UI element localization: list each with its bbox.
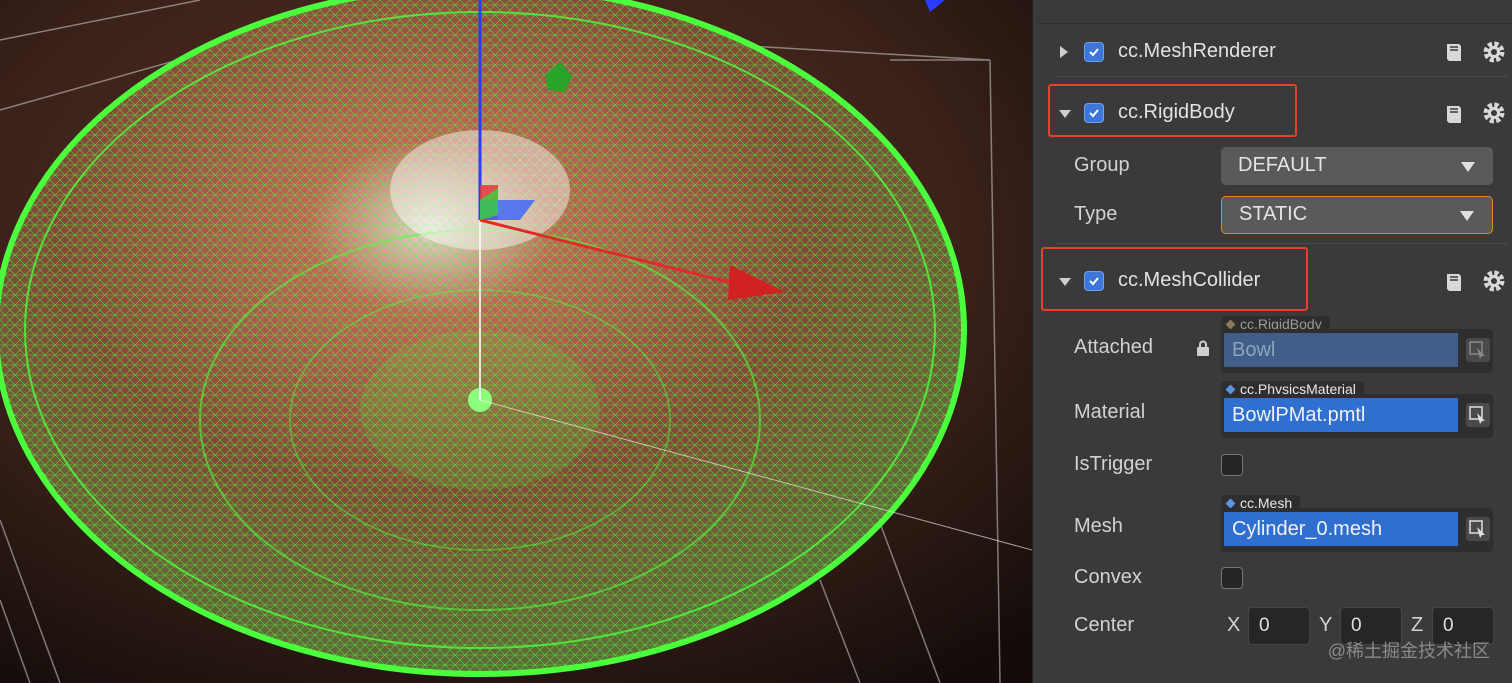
book-icon[interactable] [1444, 41, 1464, 63]
gear-icon[interactable] [1482, 269, 1506, 293]
book-icon[interactable] [1444, 271, 1464, 293]
type-label: Type [1074, 203, 1118, 225]
book-icon[interactable] [1444, 103, 1464, 125]
gear-icon[interactable] [1482, 101, 1506, 125]
attached-label: Attached [1074, 336, 1153, 358]
enabled-checkbox-icon[interactable] [1084, 42, 1104, 62]
lock-icon [1197, 340, 1209, 356]
divider-line [1056, 76, 1508, 77]
component-title: cc.MeshRenderer [1118, 40, 1276, 62]
material-label: Material [1074, 401, 1146, 423]
scene-viewport[interactable] [0, 0, 1032, 683]
chevron-down-icon [1460, 211, 1474, 221]
highlight-box-meshcollider [1041, 247, 1308, 311]
gear-icon[interactable] [1482, 40, 1506, 64]
scene-canvas[interactable] [0, 0, 1032, 683]
convex-checkbox[interactable] [1221, 567, 1243, 589]
highlight-box-rigidbody [1048, 84, 1297, 137]
group-value: DEFAULT [1238, 154, 1327, 176]
type-dropdown[interactable]: STATIC [1221, 196, 1493, 234]
istrigger-label: IsTrigger [1074, 453, 1153, 475]
attached-value: Bowl [1224, 333, 1458, 367]
center-y-label: Y [1319, 614, 1333, 636]
chevron-down-icon [1461, 162, 1475, 172]
mesh-label: Mesh [1074, 515, 1123, 537]
mesh-value[interactable]: Cylinder_0.mesh [1224, 512, 1458, 546]
divider-line [1056, 243, 1508, 244]
expand-arrow-icon[interactable] [1060, 46, 1068, 58]
material-value[interactable]: BowlPMat.pmtl [1224, 398, 1458, 432]
istrigger-checkbox[interactable] [1221, 454, 1243, 476]
convex-label: Convex [1074, 566, 1142, 588]
type-value: STATIC [1239, 203, 1308, 225]
picker-icon[interactable] [1466, 403, 1490, 427]
center-x-input[interactable]: 0 [1248, 607, 1310, 645]
component-header-meshrenderer[interactable]: cc.MeshRenderer [1038, 23, 1512, 80]
center-label: Center [1074, 614, 1135, 636]
watermark: @稀土掘金技术社区 [1327, 641, 1490, 661]
inspector-panel: cc.MeshRenderer cc.RigidBody Group DEFAU… [1038, 0, 1512, 683]
center-z-label: Z [1411, 614, 1424, 636]
bowl-mesh[interactable] [0, 0, 967, 677]
group-label: Group [1074, 154, 1130, 176]
group-dropdown[interactable]: DEFAULT [1221, 147, 1493, 185]
center-x-label: X [1227, 614, 1241, 636]
picker-icon [1466, 338, 1490, 362]
picker-icon[interactable] [1466, 517, 1490, 541]
